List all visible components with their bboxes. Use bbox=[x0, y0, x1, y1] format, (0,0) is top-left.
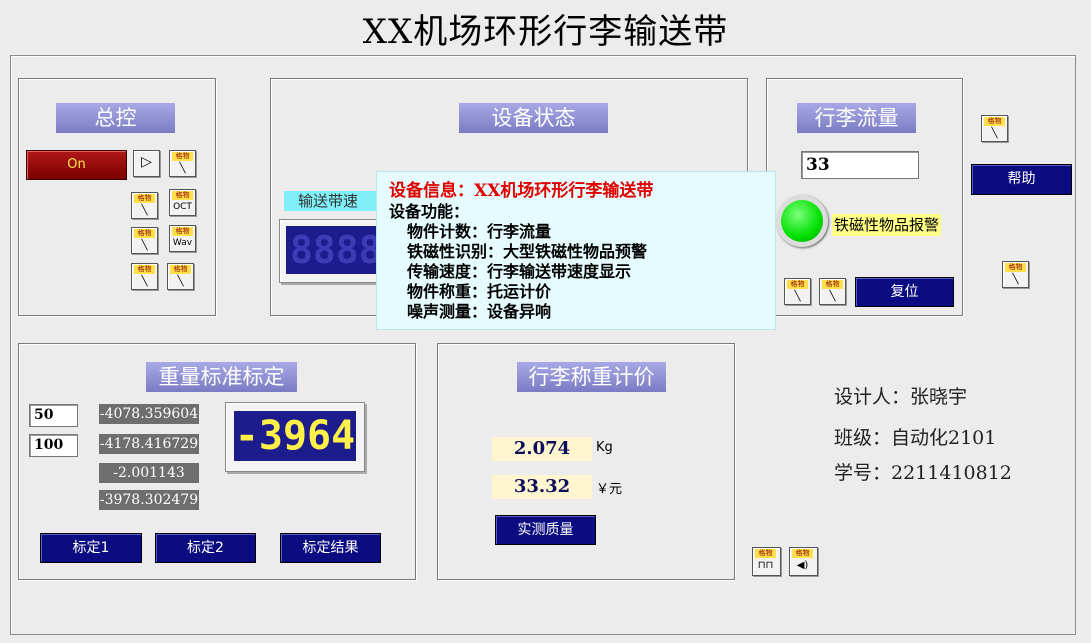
calibration-value-1: -4078.359604 bbox=[99, 404, 199, 424]
gewu-icon[interactable]: 格物 ╲ bbox=[784, 278, 811, 305]
info-line: 噪声测量：设备异响 bbox=[407, 302, 552, 321]
calibration-value-4: -3978.302479 bbox=[99, 490, 199, 510]
info-line: 物件称重：托运计价 bbox=[407, 282, 552, 301]
gewu-wav-icon[interactable]: 格物 Wav bbox=[169, 225, 196, 252]
calibrate-2-button[interactable]: 标定2 bbox=[155, 533, 256, 563]
belt-speed-display: 8888 bbox=[279, 219, 386, 283]
calibration-value-2: -4178.416729 bbox=[99, 434, 199, 454]
on-toggle-button[interactable]: On bbox=[26, 150, 127, 180]
info-line: 铁磁性识别：大型铁磁性物品预警 bbox=[407, 242, 648, 261]
ferromagnetic-alarm-led bbox=[776, 195, 828, 247]
help-button[interactable]: 帮助 bbox=[971, 164, 1072, 195]
measure-weight-button[interactable]: 实测质量 bbox=[495, 515, 596, 545]
calibration-result-button[interactable]: 标定结果 bbox=[280, 533, 381, 563]
calibration-input-1[interactable]: 50 bbox=[29, 404, 78, 427]
flow-count-field[interactable]: 33 bbox=[801, 151, 919, 179]
weight-value: 2.074 bbox=[492, 437, 592, 461]
calibration-value-3: -2.001143 bbox=[99, 463, 199, 483]
gewu-oct-icon[interactable]: 格物 OCT bbox=[169, 189, 196, 216]
on-toggle-label: On bbox=[67, 157, 86, 172]
info-line: 设备功能： bbox=[389, 202, 470, 221]
gewu-speaker-icon[interactable]: 格物 ◀) bbox=[789, 547, 818, 576]
gewu-icon[interactable]: 格物 ╲ bbox=[131, 192, 158, 219]
price-value: 33.32 bbox=[492, 475, 592, 499]
gewu-icon[interactable]: 格物 ╲ bbox=[131, 263, 158, 290]
flow-title: 行李流量 bbox=[797, 103, 916, 133]
gewu-icon[interactable]: 格物 ╲ bbox=[131, 227, 158, 254]
pricing-title: 行李称重计价 bbox=[517, 362, 666, 392]
ferromagnetic-alarm-label: 铁磁性物品报警 bbox=[832, 214, 942, 236]
gewu-waveform-icon[interactable]: 格物 ⊓⊓ bbox=[752, 547, 781, 576]
info-heading: 设备信息：XX机场环形行李输送带 bbox=[389, 181, 654, 201]
device-info-tooltip: 设备信息：XX机场环形行李输送带 设备功能： 物件计数：行李流量 铁磁性识别：大… bbox=[376, 171, 776, 330]
designer-class: 班级：自动化2101 bbox=[834, 427, 997, 449]
calibration-lcd: -3964 bbox=[234, 411, 356, 461]
gewu-icon[interactable]: 格物 ╲ bbox=[1002, 261, 1029, 288]
info-line: 传输速度：行李输送带速度显示 bbox=[407, 262, 632, 281]
weight-unit: Kg bbox=[596, 440, 613, 455]
app-title: XX机场环形行李输送带 bbox=[362, 12, 729, 52]
reset-button[interactable]: 复位 bbox=[855, 277, 954, 307]
device-status-title: 设备状态 bbox=[459, 103, 608, 133]
belt-speed-lcd: 8888 bbox=[286, 226, 385, 274]
designer-name: 设计人：张晓宇 bbox=[834, 386, 968, 408]
price-unit: ￥元 bbox=[596, 482, 623, 497]
calibration-display: -3964 bbox=[225, 402, 365, 472]
calibrate-1-button[interactable]: 标定1 bbox=[40, 533, 142, 563]
gewu-icon[interactable]: 格物 ╲ bbox=[981, 115, 1008, 142]
gewu-icon[interactable]: 格物 ╲ bbox=[167, 263, 194, 290]
info-line: 物件计数：行李流量 bbox=[407, 222, 552, 241]
calibration-title: 重量标准标定 bbox=[146, 362, 297, 392]
run-arrow-icon[interactable]: ▷ bbox=[133, 150, 160, 177]
gewu-icon[interactable]: 格物 ╲ bbox=[169, 150, 196, 177]
designer-student-id: 学号：2211410812 bbox=[834, 462, 1012, 484]
gewu-icon[interactable]: 格物 ╲ bbox=[819, 278, 846, 305]
play-arrow-icon: ▷ bbox=[141, 154, 152, 170]
master-control-title: 总控 bbox=[56, 103, 175, 133]
calibration-input-2[interactable]: 100 bbox=[29, 434, 78, 457]
